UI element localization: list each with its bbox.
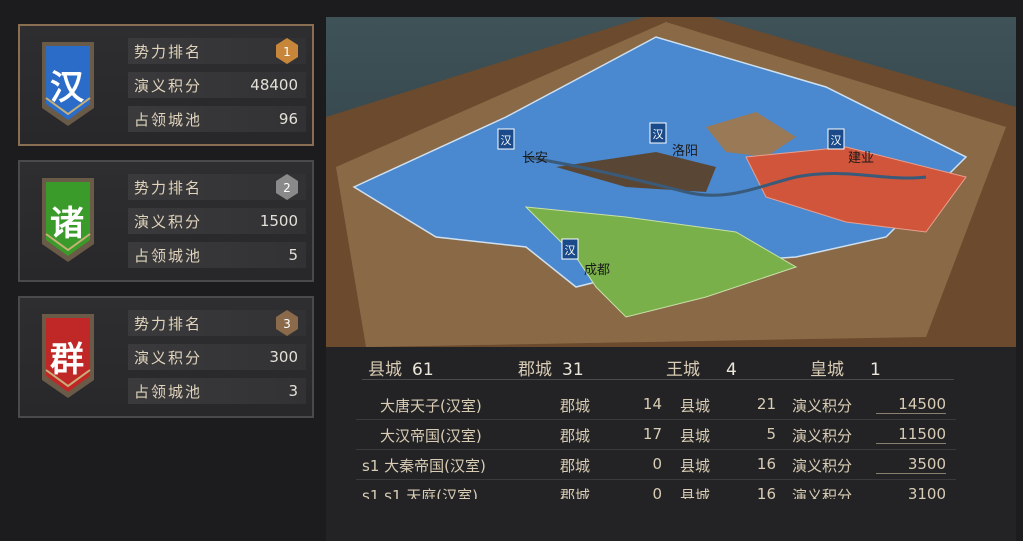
city-count-panel: 县城 61 郡城 31 王城 4 皇城 1 大唐天子(汉室) 郡城 14 县城 21 演… [326, 347, 1016, 541]
jc-value: 0 [652, 455, 662, 473]
score-value: 300 [269, 348, 298, 366]
cities-label: 占领城池 [134, 247, 203, 265]
count-label: 郡城 [518, 360, 552, 380]
map-terrain: 汉 长安 汉 洛阳 汉 建业 汉 成都 [326, 17, 1016, 347]
score-label: 演义积分 [792, 487, 853, 499]
xc-label: 县城 [680, 397, 711, 415]
table-row[interactable]: 大唐天子(汉室) 郡城 14 县城 21 演义积分 14500 [356, 391, 956, 420]
rank-row: 势力排名 3 [128, 310, 306, 336]
xc-value: 16 [756, 485, 776, 499]
cities-label: 占领城池 [134, 111, 203, 129]
rank-number: 1 [283, 45, 291, 59]
rank-label: 势力排名 [134, 43, 203, 61]
score-row: 演义积分 300 [128, 344, 306, 370]
city-name: 长安 [522, 151, 548, 166]
city-flag-glyph: 汉 [831, 134, 842, 147]
score-row: 演义积分 48400 [128, 72, 306, 98]
world-map[interactable]: 汉 长安 汉 洛阳 汉 建业 汉 成都 [326, 17, 1016, 347]
xc-label: 县城 [680, 487, 711, 499]
jc-label: 郡城 [560, 487, 591, 499]
city-name: 成都 [584, 263, 610, 278]
rank-row: 势力排名 2 [128, 174, 306, 200]
count-label: 县城 [368, 360, 402, 380]
cities-value: 5 [288, 246, 298, 264]
count-value: 1 [870, 360, 881, 380]
faction-card-zhu[interactable]: 诸 势力排名 2 演义积分 1500 占领城池 5 [18, 160, 314, 282]
city-flag-glyph: 汉 [653, 128, 664, 141]
rank-row: 势力排名 1 [128, 38, 306, 64]
alliance-name: 大唐天子(汉室) [380, 397, 482, 415]
cities-row: 占领城池 5 [128, 242, 306, 268]
score-value: 11500 [876, 425, 946, 444]
cities-row: 占领城池 96 [128, 106, 306, 132]
rank-medal-icon: 2 [276, 174, 298, 200]
rank-label: 势力排名 [134, 179, 203, 197]
city-name: 建业 [848, 151, 874, 166]
rank-medal-icon: 3 [276, 310, 298, 336]
xc-value: 5 [766, 425, 776, 443]
faction-glyph: 诸 [50, 204, 84, 244]
xc-value: 21 [756, 395, 776, 413]
score-label: 演义积分 [134, 213, 203, 231]
alliance-name: 大汉帝国(汉室) [380, 427, 482, 445]
county-count: 县城 61 [368, 355, 434, 380]
faction-card-qun[interactable]: 群 势力排名 3 演义积分 300 占领城池 3 [18, 296, 314, 418]
score-value: 1500 [259, 212, 298, 230]
city-flag-glyph: 汉 [565, 244, 576, 257]
score-row: 演义积分 1500 [128, 208, 306, 234]
score-value: 14500 [876, 395, 946, 414]
score-label: 演义积分 [134, 77, 203, 95]
imperial-count: 皇城 1 [810, 355, 881, 380]
xc-label: 县城 [680, 457, 711, 475]
table-row[interactable]: 大汉帝国(汉室) 郡城 17 县城 5 演义积分 11500 [356, 421, 956, 450]
alliance-name: s1 大秦帝国(汉室) [362, 457, 486, 475]
table-row[interactable]: s1 大秦帝国(汉室) 郡城 0 县城 16 演义积分 3500 [356, 451, 956, 480]
rank-number: 2 [283, 181, 291, 195]
cities-row: 占领城池 3 [128, 378, 306, 404]
count-value: 31 [562, 360, 584, 380]
rank-medal-icon: 1 [276, 38, 298, 64]
alliance-name: s1 s1 天庭(汉室) [362, 487, 478, 499]
jc-value: 14 [642, 395, 662, 413]
score-label: 演义积分 [792, 457, 853, 475]
kingdom-count: 王城 4 [666, 355, 737, 380]
score-value: 48400 [250, 76, 298, 94]
faction-glyph: 群 [50, 340, 84, 380]
jc-value: 0 [652, 485, 662, 499]
xc-label: 县城 [680, 427, 711, 445]
faction-card-han[interactable]: 汉 势力排名 1 演义积分 48400 占领城池 96 [18, 24, 314, 146]
city-name: 洛阳 [672, 144, 698, 159]
cities-value: 3 [288, 382, 298, 400]
count-value: 4 [726, 360, 737, 380]
rank-number: 3 [283, 317, 291, 331]
score-value: 3100 [907, 485, 946, 499]
faction-glyph: 汉 [50, 68, 84, 108]
cities-value: 96 [278, 110, 298, 128]
city-flag-glyph: 汉 [501, 134, 512, 147]
table-row[interactable]: s1 s1 天庭(汉室) 郡城 0 县城 16 演义积分 3100 [356, 481, 956, 499]
score-value: 3500 [876, 455, 946, 474]
xc-value: 16 [756, 455, 776, 473]
score-label: 演义积分 [792, 427, 853, 445]
jc-label: 郡城 [560, 397, 591, 415]
jc-label: 郡城 [560, 457, 591, 475]
jc-label: 郡城 [560, 427, 591, 445]
count-value: 61 [412, 360, 434, 380]
count-label: 皇城 [810, 360, 844, 380]
cities-label: 占领城池 [134, 383, 203, 401]
jc-value: 17 [642, 425, 662, 443]
rank-label: 势力排名 [134, 315, 203, 333]
count-label: 王城 [666, 360, 700, 380]
commandery-count: 郡城 31 [518, 355, 584, 380]
score-label: 演义积分 [134, 349, 203, 367]
score-label: 演义积分 [792, 397, 853, 415]
